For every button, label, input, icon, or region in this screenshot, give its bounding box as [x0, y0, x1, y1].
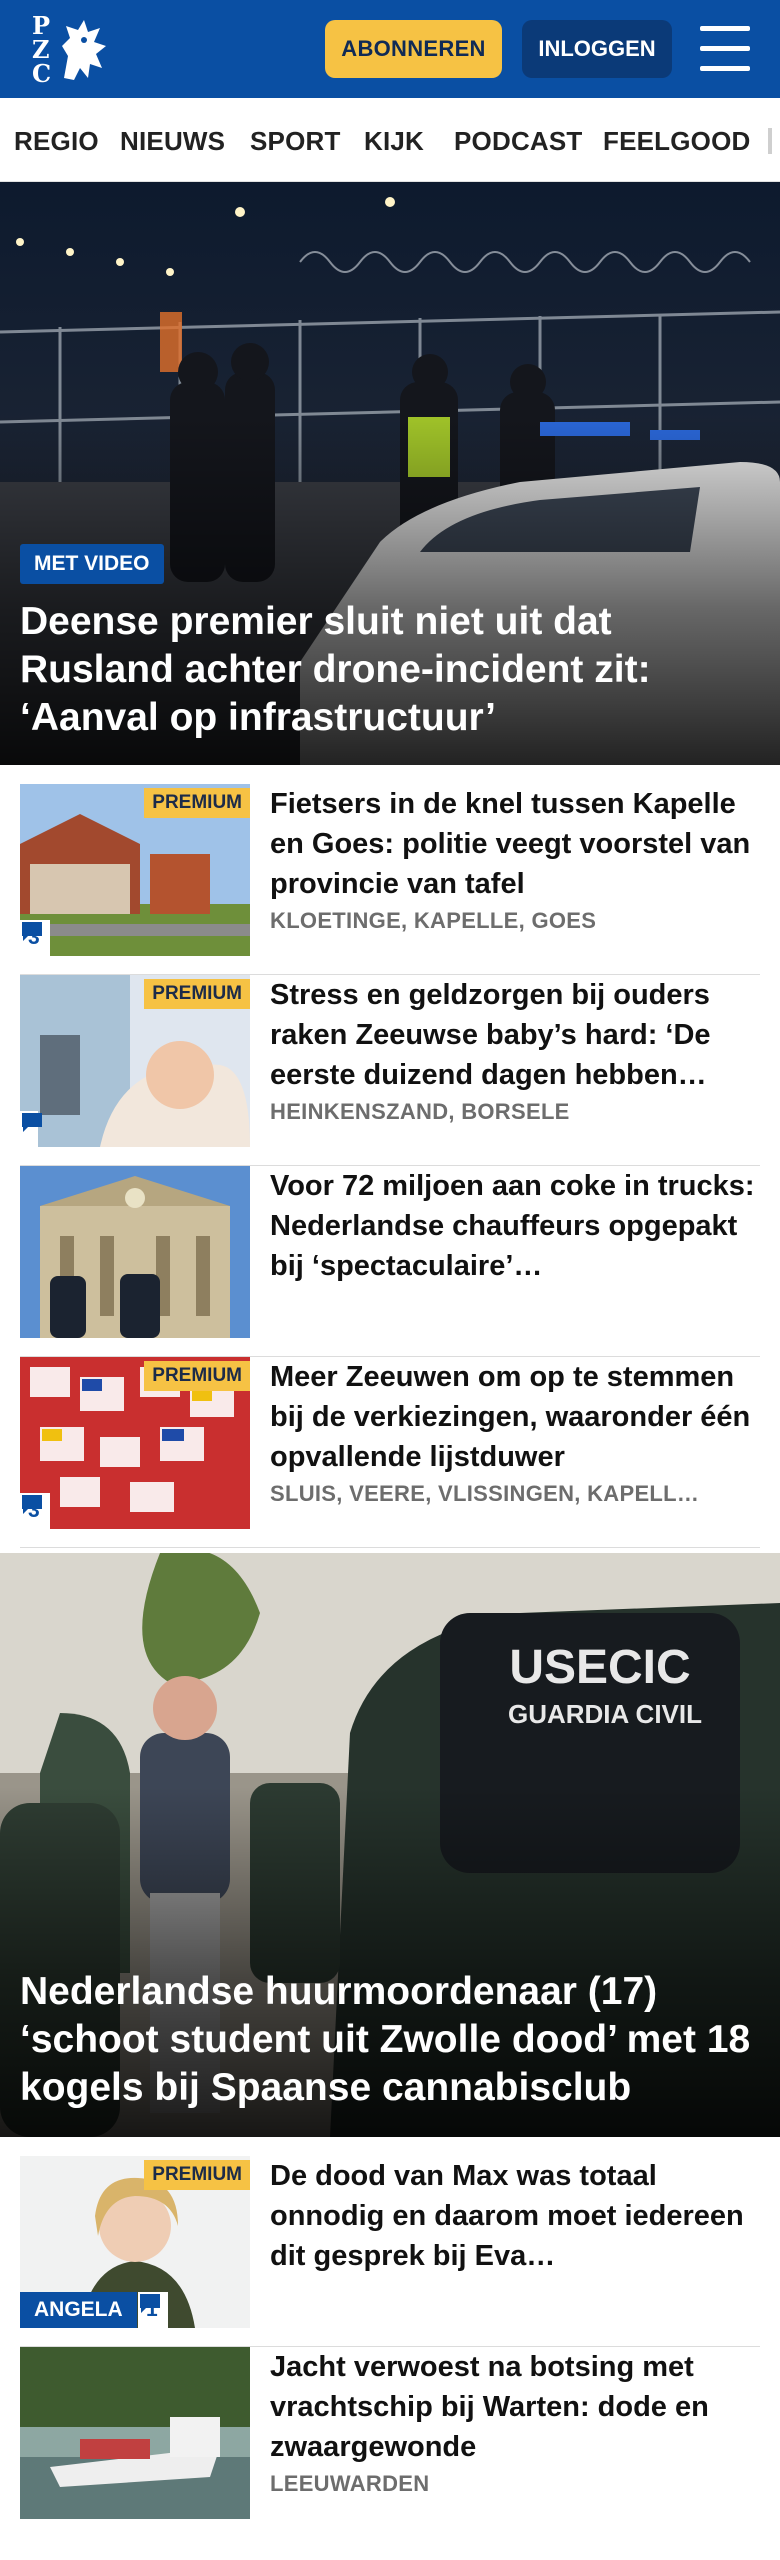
section-nav: REGIO NIEUWS SPORT KIJK PODCAST FEELGOOD: [0, 98, 780, 182]
comment-bubble-icon: [22, 922, 42, 941]
premium-badge: PREMIUM: [144, 979, 250, 1009]
article-thumbnail: PREMIUM 3: [20, 1357, 250, 1529]
hero-title[interactable]: Deense premier sluit niet uit dat Ruslan…: [20, 598, 760, 742]
article-location: KLOETINGE, KAPELLE, GOES: [270, 908, 597, 933]
comment-count[interactable]: 3: [20, 1493, 50, 1529]
list-item[interactable]: PREMIUM ANGELA 1 De dood van Max was tot…: [20, 2156, 760, 2347]
logo-letter-c: C: [32, 59, 52, 88]
premium-badge: PREMIUM: [144, 1361, 250, 1391]
nav-item-regio[interactable]: REGIO: [14, 126, 99, 157]
lion-icon: [62, 20, 106, 80]
article-thumbnail: PREMIUM ANGELA 1: [20, 2156, 250, 2328]
comment-count[interactable]: 3: [20, 920, 50, 956]
article-thumbnail: PREMIUM: [20, 975, 250, 1147]
nav-item-kijk[interactable]: KIJK: [364, 126, 424, 157]
list-item[interactable]: PREMIUM Stress en geldzorgen bij ouders …: [20, 975, 760, 1166]
article-headline[interactable]: Meer Zeeuwen om op te stemmen bij de ver…: [270, 1357, 760, 1477]
comment-count[interactable]: 1: [138, 2292, 168, 2328]
video-badge: MET VIDEO: [20, 544, 164, 584]
premium-badge: PREMIUM: [144, 2160, 250, 2190]
nav-overflow-indicator: [768, 128, 772, 154]
nav-item-nieuws[interactable]: NIEUWS: [120, 126, 225, 157]
comment-bubble-icon: [140, 2294, 160, 2313]
pzc-logo[interactable]: P Z C: [26, 12, 116, 88]
hero-article-drone[interactable]: MET VIDEO Deense premier sluit niet uit …: [0, 182, 780, 765]
list-item[interactable]: Voor 72 miljoen aan coke in trucks: Nede…: [20, 1166, 760, 1357]
article-headline[interactable]: Jacht verwoest na botsing met vrachtschi…: [270, 2347, 760, 2467]
nav-item-sport[interactable]: SPORT: [250, 126, 341, 157]
list-item[interactable]: Jacht verwoest na botsing met vrachtschi…: [20, 2347, 760, 2519]
vest-label-usecic: USECIC: [509, 1641, 690, 1694]
article-thumbnail: PREMIUM 3: [20, 784, 250, 956]
author-tag[interactable]: ANGELA: [20, 2292, 137, 2328]
nav-item-podcast[interactable]: PODCAST: [454, 126, 583, 157]
article-location: LEEUWARDEN: [270, 2471, 430, 2496]
premium-badge: PREMIUM: [144, 788, 250, 818]
comment-bubble-icon: [22, 1495, 42, 1514]
hero-article-hitman[interactable]: USECIC GUARDIA CIVIL Nederlandse huurmoo…: [0, 1553, 780, 2137]
article-thumbnail: [20, 2347, 250, 2519]
article-headline[interactable]: Fietsers in de knel tussen Kapelle en Go…: [270, 784, 760, 904]
comment-count[interactable]: [20, 1111, 42, 1147]
article-headline[interactable]: De dood van Max was totaal onnodig en da…: [270, 2156, 760, 2276]
hero-title[interactable]: Nederlandse huurmoordenaar (17) ‘schoot …: [20, 1968, 760, 2112]
list-item[interactable]: PREMIUM 3 Fietsers in de knel tussen Kap…: [20, 784, 760, 975]
comment-bubble-icon: [22, 1113, 42, 1132]
article-thumbnail: [20, 1166, 250, 1338]
list-item[interactable]: PREMIUM 3 Meer Zeeuwen om op te stemmen …: [20, 1357, 760, 1548]
article-location: SLUIS, VEERE, VLISSINGEN, KAPELL…: [270, 1481, 700, 1506]
subscribe-button[interactable]: ABONNEREN: [325, 20, 502, 78]
vest-label-guardia-civil: GUARDIA CIVIL: [508, 1699, 702, 1729]
article-headline[interactable]: Stress en geldzorgen bij ouders raken Ze…: [270, 975, 760, 1095]
article-headline[interactable]: Voor 72 miljoen aan coke in trucks: Nede…: [270, 1166, 760, 1286]
article-location: HEINKENSZAND, BORSELE: [270, 1099, 570, 1124]
top-header: P Z C ABONNEREN INLOGGEN: [0, 0, 780, 98]
login-button[interactable]: INLOGGEN: [522, 20, 672, 78]
hamburger-menu-icon[interactable]: [700, 26, 750, 72]
nav-item-feelgood[interactable]: FEELGOOD: [603, 126, 751, 157]
